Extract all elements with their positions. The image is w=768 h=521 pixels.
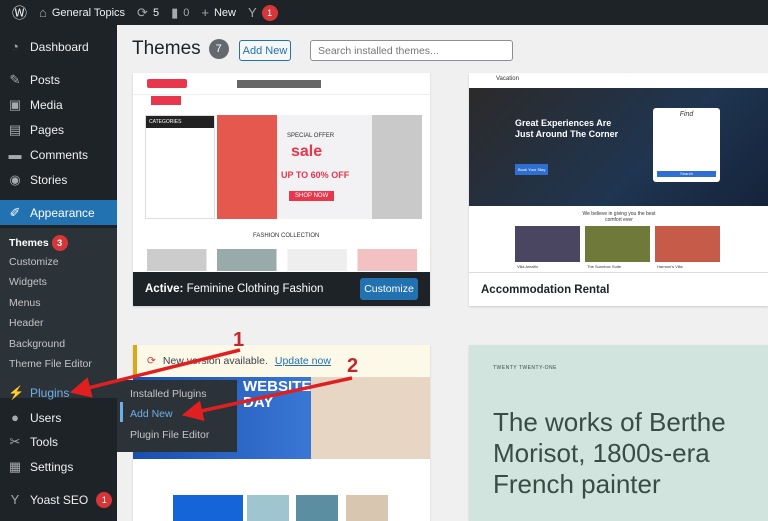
comment-icon: ▮ [171,4,179,20]
plug-icon: ⚡ [8,384,25,400]
plus-icon: + [201,5,209,20]
menu-pages[interactable]: ▤ Pages [0,117,117,142]
yoast-icon: Y [247,5,257,20]
pages-icon: ▤ [8,121,22,137]
menu-dashboard[interactable]: ◔ Dashboard [0,34,117,59]
media-icon: ▣ [8,96,22,112]
dashboard-icon: ◔ [11,39,19,54]
preview-categories: CATEGORIES [145,115,215,219]
submenu-header[interactable]: Header [9,317,43,329]
preview-banner: SPECIAL OFFER sale UP TO 60% OFF SHOP NO… [217,115,422,219]
theme-card[interactable]: Vacation Great Experiences Are Just Arou… [469,73,768,306]
menu-comments[interactable]: ▬ Comments [0,142,117,167]
flyout-plugin-file-editor[interactable]: Plugin File Editor [130,429,209,441]
preview-headline: The works of Berthe Morisot, 1800s-era F… [493,407,726,499]
pin-icon: ✎ [9,71,21,87]
theme-card-active[interactable]: CATEGORIES SPECIAL OFFER sale UP TO 60% … [133,73,430,306]
theme-name: Accommodation Rental [481,283,610,296]
yoast-menu[interactable]: Y1 [247,4,278,21]
menu-users[interactable]: ● Users [0,405,117,430]
preview-header [133,73,430,95]
page-title: Themes [132,38,201,59]
admin-bar: Ⓦ ⌂ General Topics ⟳ 5 ▮ 0 + New Y1 [0,0,768,25]
flyout-add-new[interactable]: Add New [130,408,173,420]
update-notice: ⟳ New version available. Update now [133,345,430,377]
new-content-link[interactable]: + New [201,5,236,20]
home-icon: ⌂ [39,5,47,20]
search-themes-input[interactable] [310,40,513,61]
wrench-icon: ✂ [9,433,21,449]
customize-button[interactable]: Customize [360,278,418,300]
appearance-submenu: Themes 3 Customize Widgets Menus Header … [0,228,117,398]
update-icon: ⟳ [147,355,156,367]
update-now-link[interactable]: Update now [275,355,331,367]
flyout-installed-plugins[interactable]: Installed Plugins [130,388,206,400]
menu-appearance[interactable]: ✐ Appearance [0,200,117,225]
submenu-themes[interactable]: Themes 3 [9,235,68,251]
submenu-background[interactable]: Background [9,338,65,350]
menu-stories[interactable]: ◉ Stories [0,167,117,192]
menu-plugins[interactable]: ⚡ Plugins [0,380,117,405]
admin-sidebar: ◔ Dashboard ✎ Posts ▣ Media ▤ Pages ▬ Comment… [0,25,117,521]
wordpress-logo-icon[interactable]: Ⓦ [12,2,27,23]
active-theme-bar: Active: Feminine Clothing Fashion Custom… [133,272,430,306]
user-icon: ● [11,410,19,425]
menu-tools[interactable]: ✂ Tools [0,429,117,454]
plugins-flyout-menu: Installed Plugins Add New Plugin File Ed… [113,380,237,452]
submenu-widgets[interactable]: Widgets [9,276,47,288]
settings-icon: ▦ [8,458,22,474]
menu-media[interactable]: ▣ Media [0,92,117,117]
updates-link[interactable]: ⟳ 5 [137,5,159,21]
submenu-customize[interactable]: Customize [9,256,59,268]
menu-yoast-seo[interactable]: Y Yoast SEO 1 [0,487,117,512]
theme-name: Feminine Clothing Fashion [186,283,324,295]
menu-posts[interactable]: ✎ Posts [0,67,117,92]
theme-card[interactable]: TWENTY TWENTY-ONE The works of Berthe Mo… [469,345,768,521]
page-header: Themes 7 [132,38,229,60]
submenu-theme-file-editor[interactable]: Theme File Editor [9,358,92,370]
theme-name-bar: Accommodation Rental [469,272,768,306]
brush-icon: ✐ [9,204,21,220]
comments-link[interactable]: ▮ 0 [171,5,189,21]
site-name-link[interactable]: ⌂ General Topics [39,5,125,20]
stories-icon: ◉ [9,171,21,187]
add-new-theme-button[interactable]: Add New [239,40,291,61]
submenu-menus[interactable]: Menus [9,297,41,309]
preview-hero: Great Experiences Are Just Around The Co… [469,88,768,206]
menu-settings[interactable]: ▦ Settings [0,454,117,479]
theme-count: 7 [208,39,229,59]
yoast-icon: Y [10,492,20,507]
comment-icon: ▬ [8,147,22,162]
current-indicator [120,402,123,422]
updates-icon: ⟳ [137,4,148,20]
